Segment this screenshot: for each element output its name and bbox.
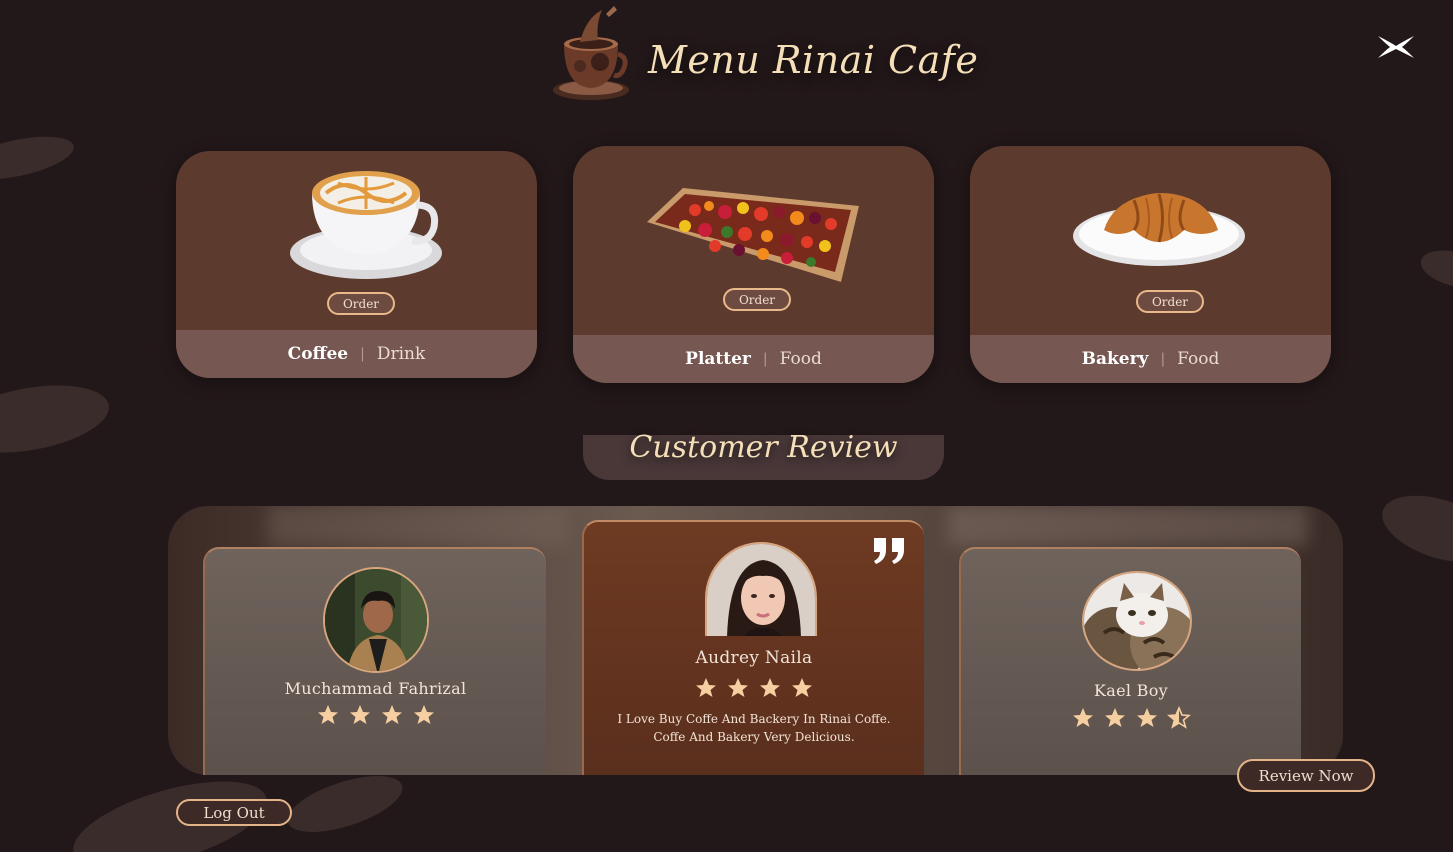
rating-stars [205, 703, 546, 727]
bean-decoration [0, 374, 115, 464]
star-half-icon [1167, 706, 1191, 729]
star-full-icon [760, 678, 780, 697]
menu-item-name: Platter [685, 349, 751, 369]
customer-review-heading: Customer Review [583, 430, 944, 480]
menu-card-bakery: Order Bakery | Food [970, 146, 1331, 383]
review-now-button[interactable]: Review Now [1237, 759, 1375, 792]
menu-item-category: Food [779, 349, 822, 369]
menu-item-name: Coffee [287, 344, 349, 364]
divider: | [360, 346, 365, 362]
bean-decoration [1416, 244, 1453, 294]
review-text: I Love Buy Coffe And Backery In Rinai Co… [604, 710, 904, 746]
order-button-bakery[interactable]: Order [1136, 290, 1204, 313]
star-full-icon [317, 705, 338, 724]
menu-card-footer: Platter | Food [573, 335, 934, 383]
page-title: Menu Rinai Cafe [648, 38, 979, 82]
croissant-image [1073, 193, 1245, 266]
menu-item-name: Bakery [1081, 349, 1149, 369]
bean-decoration [1373, 482, 1453, 576]
review-card[interactable]: Kael Boy [959, 547, 1301, 775]
review-card[interactable]: Muchammad Fahrizal [203, 547, 546, 775]
rating-stars [961, 706, 1301, 730]
star-full-icon [349, 705, 370, 724]
menu-card-platter: Order Platter | Food [573, 146, 934, 383]
coffee-cup-logo-icon [553, 6, 629, 100]
avatar-photo [325, 569, 427, 671]
review-card-featured[interactable]: Audrey Naila I Love Buy Coffe And Backer… [582, 520, 924, 775]
order-button-platter[interactable]: Order [723, 288, 791, 311]
fruit-platter-image [647, 188, 859, 282]
menu-card-coffee: Order Coffee | Drink [176, 151, 537, 378]
review-text-line: I Love Buy Coffe And Backery In Rinai Co… [617, 712, 891, 726]
avatar [323, 567, 429, 673]
star-full-icon [1137, 708, 1157, 727]
section-title: Customer Review [629, 430, 898, 465]
reviewer-name: Kael Boy [1094, 681, 1168, 700]
menu-item-category: Drink [376, 344, 426, 364]
divider: | [762, 351, 768, 367]
star-full-icon [413, 705, 434, 724]
star-full-icon [696, 678, 716, 697]
star-full-icon [1073, 708, 1093, 727]
bean-decoration [281, 764, 409, 844]
star-full-icon [792, 678, 812, 697]
reviewer-name: Audrey Naila [695, 648, 813, 668]
close-x-icon[interactable] [1376, 34, 1416, 60]
star-full-icon [728, 678, 748, 697]
review-text-line: Coffe And Bakery Very Delicious. [653, 730, 855, 744]
reviewer-name: Muchammad Fahrizal [284, 679, 467, 698]
menu-card-footer: Bakery | Food [970, 335, 1331, 383]
log-out-button[interactable]: Log Out [176, 799, 292, 826]
menu-item-category: Food [1177, 349, 1220, 369]
avatar [705, 542, 817, 636]
latte-cup-image [290, 171, 442, 279]
menu-card-footer: Coffee | Drink [176, 330, 537, 378]
order-button-coffee[interactable]: Order [327, 292, 395, 315]
divider: | [1160, 351, 1166, 367]
rating-stars [584, 676, 924, 700]
bean-decoration [0, 128, 78, 188]
avatar-photo [707, 544, 815, 636]
star-full-icon [381, 705, 402, 724]
star-full-icon [1105, 708, 1125, 727]
quote-mark-icon [874, 538, 904, 564]
avatar [1082, 571, 1192, 671]
menu-page: Menu Rinai Cafe Order Coffee | Drink Ord… [0, 0, 1453, 852]
avatar-photo [1084, 573, 1190, 669]
